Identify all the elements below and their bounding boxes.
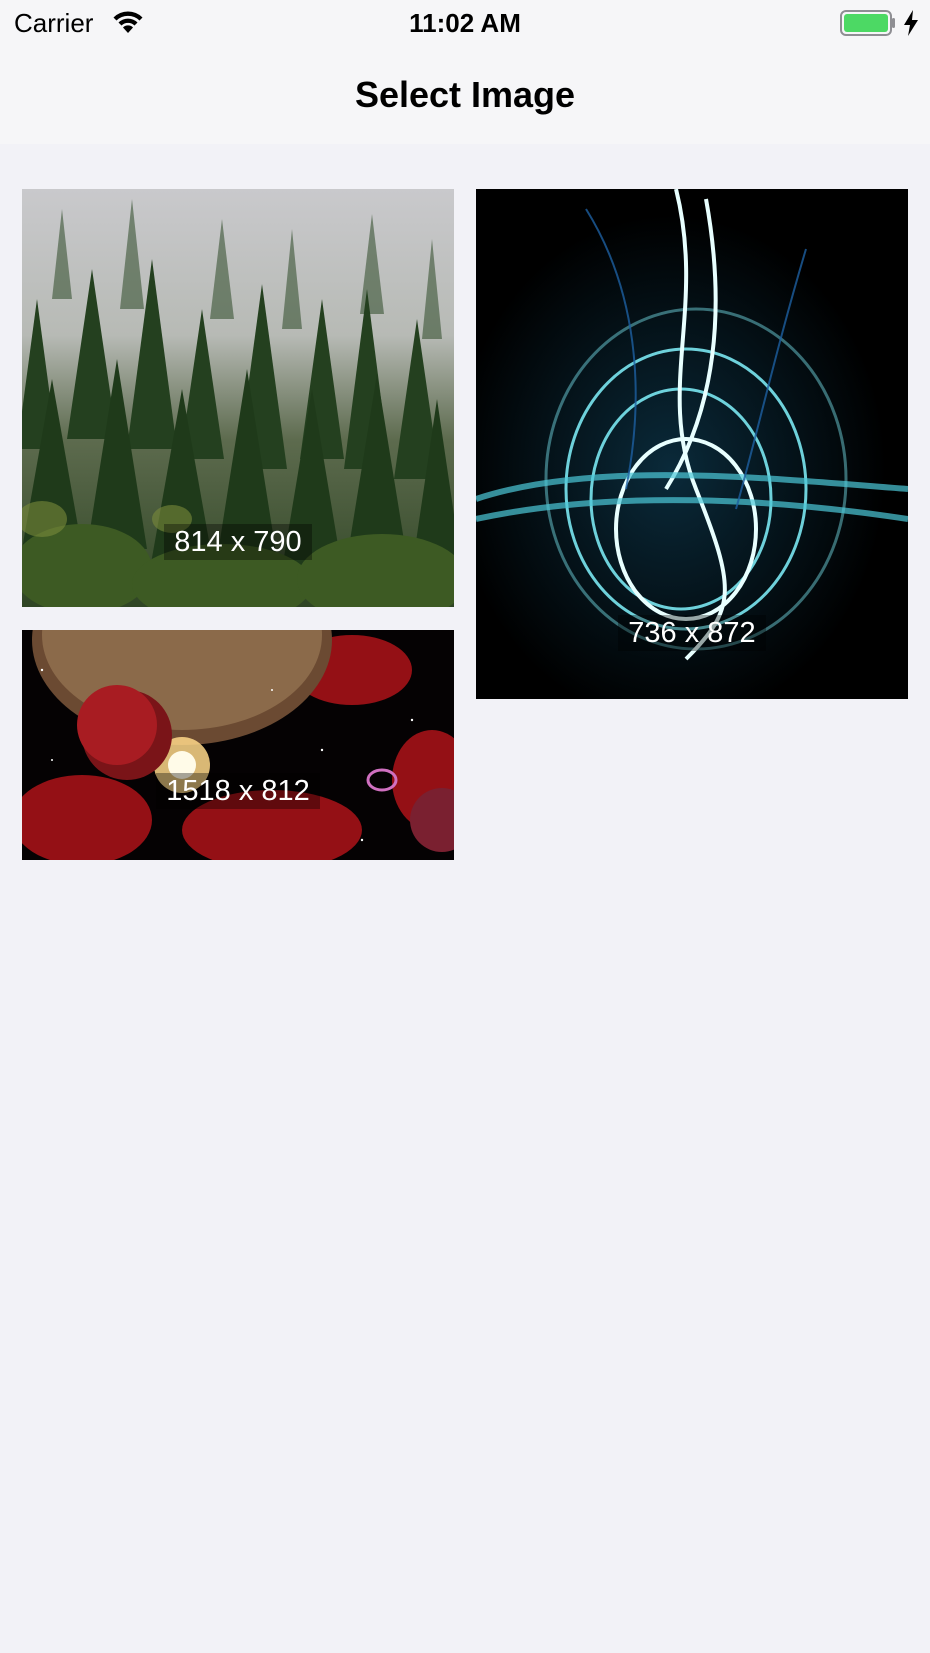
charging-bolt-icon bbox=[904, 10, 918, 36]
battery-icon bbox=[840, 10, 895, 36]
image-tile-forest[interactable]: 814 x 790 bbox=[22, 189, 454, 607]
image-size-label: 1518 x 812 bbox=[22, 773, 454, 809]
status-time: 11:02 AM bbox=[409, 8, 521, 38]
image-size-label: 736 x 872 bbox=[476, 615, 908, 651]
page-title: Select Image bbox=[354, 74, 576, 115]
space-planets-photo bbox=[22, 630, 454, 860]
navigation-bar: Select Image bbox=[0, 46, 930, 144]
image-tile-energy[interactable]: 736 x 872 bbox=[476, 189, 908, 699]
status-bar: Carrier 11:02 AM bbox=[0, 0, 930, 46]
image-tile-space[interactable]: 1518 x 812 bbox=[22, 630, 454, 860]
image-size-label: 814 x 790 bbox=[22, 524, 454, 560]
